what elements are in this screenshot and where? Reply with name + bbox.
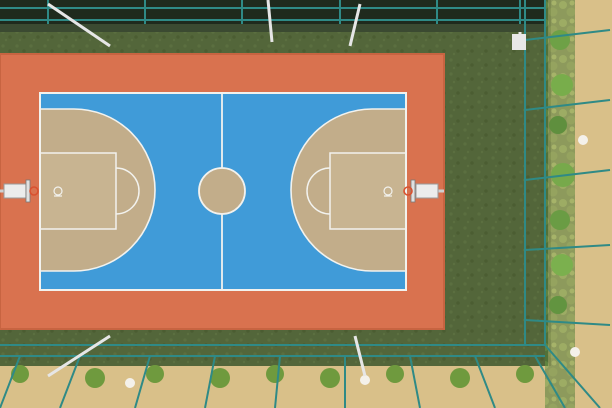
- center-circle: [198, 167, 246, 215]
- court-scene-svg: [0, 0, 612, 408]
- pole-base: [512, 34, 526, 50]
- shrubs-right: [545, 0, 575, 408]
- aerial-photo: [0, 0, 612, 408]
